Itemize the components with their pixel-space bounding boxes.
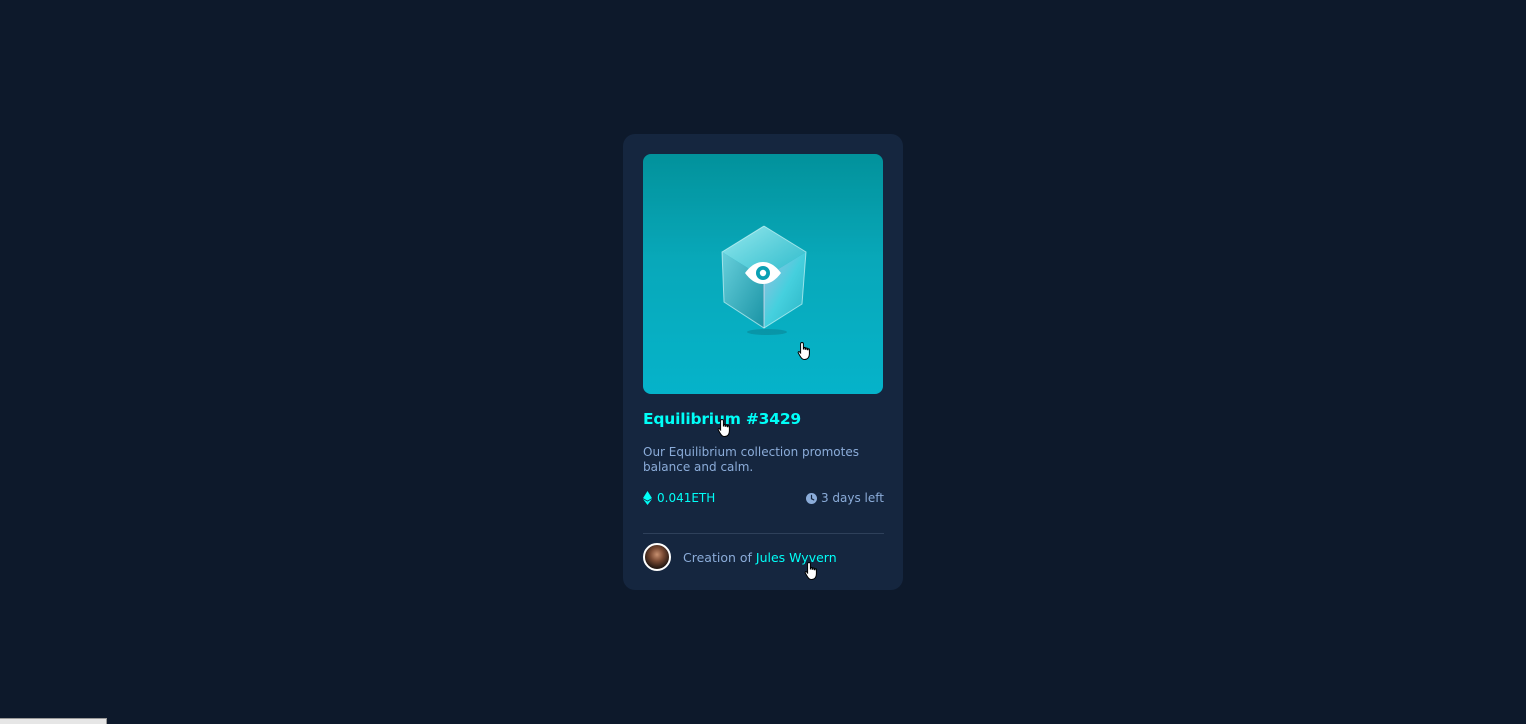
creator-prefix: Creation of xyxy=(683,549,752,565)
nft-description: Our Equilibrium collection promotes bala… xyxy=(643,445,859,474)
nft-stats: 0.041ETH 3 days left xyxy=(643,491,884,507)
time-left-value: 3 days left xyxy=(820,491,884,505)
nft-title[interactable]: Equilibrium #3429 xyxy=(643,410,801,428)
ethereum-icon xyxy=(643,491,652,505)
avatar xyxy=(643,543,671,571)
eye-icon xyxy=(745,262,781,284)
divider xyxy=(643,533,884,534)
clock-icon xyxy=(805,492,817,504)
price: 0.041ETH xyxy=(643,491,715,505)
nft-card: Equilibrium #3429 Our Equilibrium collec… xyxy=(623,134,903,590)
page: Equilibrium #3429 Our Equilibrium collec… xyxy=(0,0,1526,724)
time-remaining: 3 days left xyxy=(805,491,884,505)
nft-image[interactable] xyxy=(643,154,883,394)
price-value: 0.041ETH xyxy=(657,491,716,505)
creator-link[interactable]: Jules Wyvern xyxy=(756,550,837,565)
status-bar xyxy=(0,718,107,724)
creator-text: Creation of Jules Wyvern xyxy=(683,550,837,565)
creator: Creation of Jules Wyvern xyxy=(643,543,837,571)
